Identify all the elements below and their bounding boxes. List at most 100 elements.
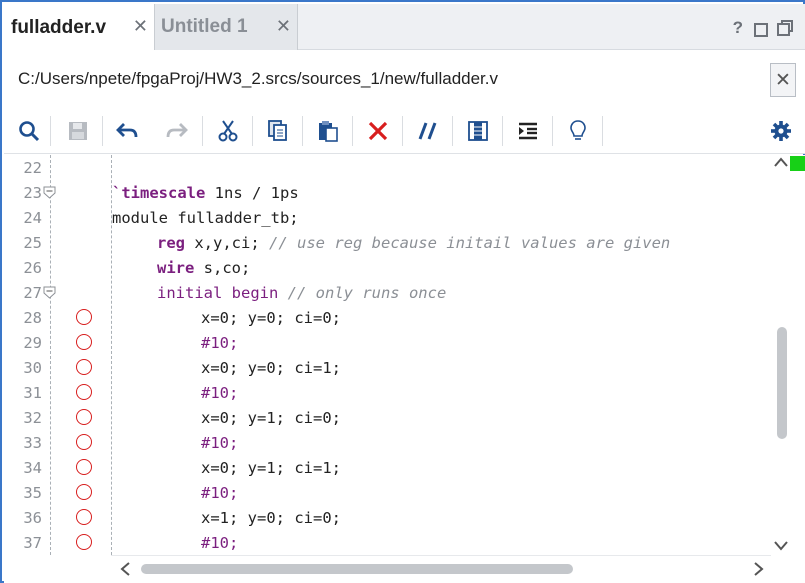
line-number: 22	[23, 159, 42, 177]
code-line: x=0; y=0; ci=1;	[201, 359, 341, 377]
code-comment: // only runs once	[278, 284, 447, 302]
code-line: x=0; y=0; ci=0;	[201, 309, 341, 327]
code-text: s,co;	[194, 259, 251, 277]
code-directive: `timescale	[112, 184, 206, 202]
toolbar-separator	[452, 116, 453, 146]
tab-fulladder[interactable]: fulladder.v ✕	[4, 4, 155, 51]
breakpoint-icon[interactable]	[76, 459, 92, 475]
code-line: #10;	[201, 384, 239, 402]
search-icon[interactable]	[14, 116, 44, 146]
code-line: wire s,co;	[157, 259, 250, 277]
toolbar-separator	[602, 116, 603, 146]
tab-untitled-1[interactable]: Untitled 1 ✕	[155, 4, 298, 50]
code-line: x=0; y=1; ci=1;	[201, 459, 341, 477]
scroll-right-icon[interactable]	[753, 561, 765, 581]
fold-collapse-icon[interactable]	[43, 286, 56, 299]
paste-icon[interactable]	[313, 116, 343, 146]
line-number: 27	[23, 284, 42, 302]
settings-icon[interactable]	[766, 116, 796, 146]
breakpoint-icon[interactable]	[76, 534, 92, 550]
toolbar-separator	[552, 116, 553, 146]
code-line: initial begin // only runs once	[157, 284, 446, 302]
redo-icon[interactable]	[162, 116, 192, 146]
code-editor[interactable]: 22 23 24 25 26 27 28 29 30 31 32 33 34 3…	[4, 155, 805, 583]
code-line: x=0; y=1; ci=0;	[201, 409, 341, 427]
code-text: module fulladder_tb;	[112, 209, 299, 227]
code-line: `timescale 1ns / 1ps	[112, 184, 299, 202]
vertical-scrollbar[interactable]	[770, 155, 792, 555]
restore-window-icon[interactable]	[777, 20, 793, 41]
file-path: C:/Users/npete/fpgaProj/HW3_2.srcs/sourc…	[18, 69, 499, 88]
toolbar-separator	[202, 116, 203, 146]
line-number: 32	[23, 409, 42, 427]
code-line: #10;	[201, 334, 239, 352]
toolbar-separator	[402, 116, 403, 146]
indent-icon[interactable]	[513, 116, 543, 146]
line-number: 24	[23, 209, 42, 227]
delete-icon[interactable]	[363, 116, 393, 146]
breakpoint-icon[interactable]	[76, 484, 92, 500]
tab-bar: fulladder.v ✕ Untitled 1 ✕ ?	[4, 4, 805, 51]
cut-icon[interactable]	[213, 116, 243, 146]
toolbar-separator	[50, 116, 51, 146]
breakpoint-icon[interactable]	[76, 334, 92, 350]
horizontal-scroll-thumb[interactable]	[141, 564, 573, 574]
code-comment: // use reg because initail values are gi…	[269, 234, 671, 252]
line-number: 28	[23, 309, 42, 327]
close-tab-icon[interactable]: ✕	[133, 16, 148, 37]
code-line: #10;	[201, 484, 239, 502]
code-text: 1ns / 1ps	[205, 184, 299, 202]
code-keyword: wire	[157, 259, 195, 277]
code-keyword: initial begin	[157, 284, 279, 302]
vertical-scroll-thumb[interactable]	[777, 327, 787, 439]
code-text: x,y,ci;	[185, 234, 269, 252]
line-number: 25	[23, 234, 42, 252]
line-number: 26	[23, 259, 42, 277]
horizontal-scrollbar[interactable]	[111, 555, 771, 581]
scroll-up-icon[interactable]	[773, 155, 789, 172]
comment-icon[interactable]	[413, 116, 443, 146]
breakpoint-icon[interactable]	[76, 509, 92, 525]
line-number: 33	[23, 434, 42, 452]
toolbar-separator	[302, 116, 303, 146]
maximize-icon[interactable]	[754, 23, 768, 37]
editor-window: fulladder.v ✕ Untitled 1 ✕ ? C:/Users/np…	[0, 0, 805, 583]
fold-collapse-icon[interactable]	[43, 186, 56, 199]
code-keyword: reg	[157, 234, 185, 252]
line-number: 34	[23, 459, 42, 477]
breakpoint-icon[interactable]	[76, 309, 92, 325]
line-number: 31	[23, 384, 42, 402]
line-number: 35	[23, 484, 42, 502]
breakpoint-icon[interactable]	[76, 384, 92, 400]
status-marker	[790, 156, 805, 171]
scroll-left-icon[interactable]	[119, 561, 131, 581]
close-tab-icon[interactable]: ✕	[276, 16, 291, 37]
scroll-down-icon[interactable]	[773, 539, 789, 556]
tab-label: Untitled 1	[161, 16, 248, 37]
help-icon[interactable]: ?	[733, 18, 743, 38]
code-line: #10;	[201, 434, 239, 452]
code-line: module fulladder_tb;	[112, 209, 299, 227]
toolbar-separator	[352, 116, 353, 146]
undo-icon[interactable]	[112, 116, 142, 146]
breakpoint-icon[interactable]	[76, 409, 92, 425]
breakpoint-icon[interactable]	[76, 434, 92, 450]
editor-toolbar	[4, 108, 805, 154]
save-icon[interactable]	[63, 116, 93, 146]
breakpoint-icon[interactable]	[76, 359, 92, 375]
toolbar-separator	[502, 116, 503, 146]
column-select-icon[interactable]	[463, 116, 493, 146]
code-line: #10;	[201, 534, 239, 552]
copy-icon[interactable]	[263, 116, 293, 146]
line-number: 36	[23, 509, 42, 527]
file-path-bar: C:/Users/npete/fpgaProj/HW3_2.srcs/sourc…	[4, 50, 805, 108]
lightbulb-icon[interactable]	[563, 116, 593, 146]
line-number: 37	[23, 534, 42, 552]
code-line: reg x,y,ci; // use reg because initail v…	[157, 234, 670, 252]
toolbar-separator	[102, 116, 103, 146]
tab-label: fulladder.v	[11, 16, 107, 38]
close-file-button[interactable]: ✕	[770, 63, 796, 97]
code-line: x=1; y=0; ci=0;	[201, 509, 341, 527]
line-number: 30	[23, 359, 42, 377]
line-number: 29	[23, 334, 42, 352]
